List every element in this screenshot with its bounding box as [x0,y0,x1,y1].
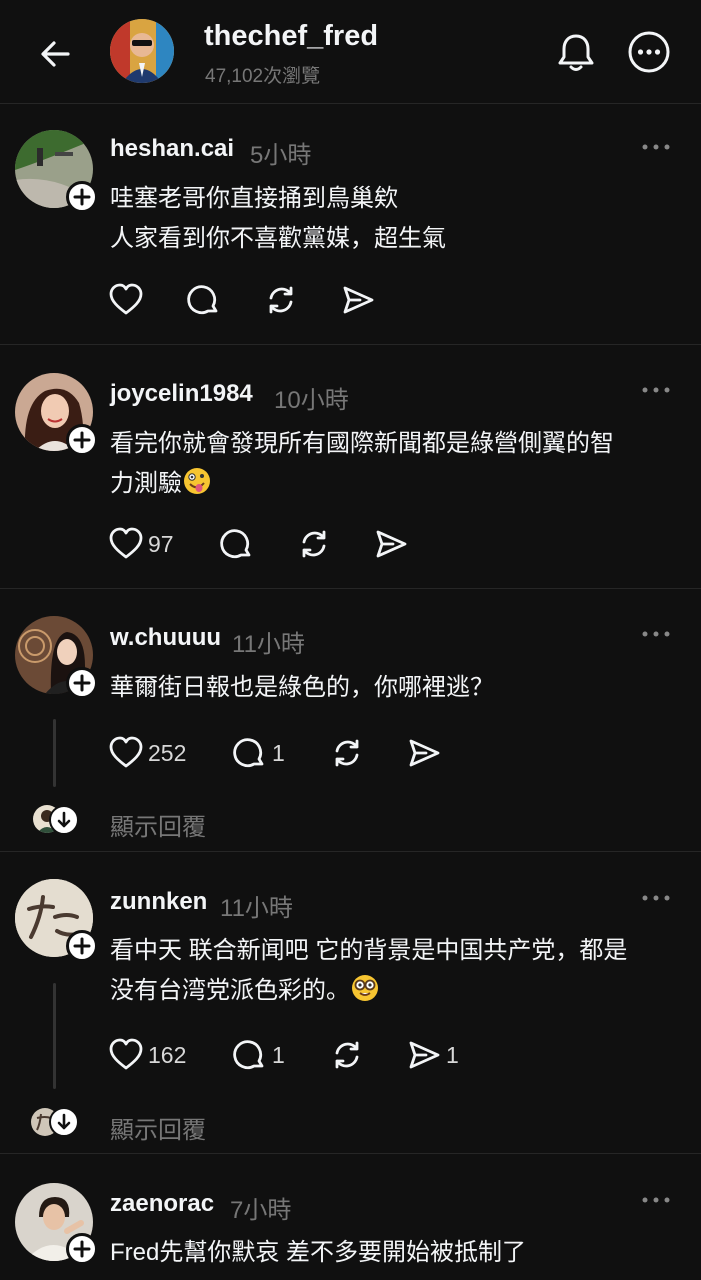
reply-username[interactable]: joycelin1984 [110,380,253,408]
repost-icon [302,530,326,558]
comment-icon [233,738,264,768]
expand-replies-icon[interactable] [49,1107,79,1137]
follow-plus-icon[interactable] [66,930,98,962]
comment-icon [233,1040,264,1070]
share-button[interactable] [406,735,442,771]
reply-username[interactable]: zunnken [110,888,207,916]
follow-plus-icon[interactable] [66,181,98,213]
send-icon [343,286,374,314]
send-icon [409,1041,440,1069]
heart-icon [109,283,143,315]
like-button[interactable]: 252 [108,735,186,771]
post-menu-icon[interactable] [641,1195,671,1205]
reply-text: 哇塞老哥你直接捅到鳥巢欸 人家看到你不喜歡黨媒，超生氣 [110,185,446,252]
repost-icon [269,286,293,314]
follow-plus-icon[interactable] [66,424,98,456]
repost-button[interactable] [329,735,365,771]
profile-avatar[interactable] [110,19,174,83]
reply-text: 看中天 联合新闻吧 它的背景是中国共产党，都是 没有台湾党派色彩的。 [110,937,628,1004]
send-icon [376,530,407,558]
more-options-icon[interactable] [627,30,671,74]
reply-post: joycelin1984 10小時 看完你就會發現所有國際新聞都是綠營側翼的智 … [0,345,701,589]
bell-icon[interactable] [554,30,598,74]
show-replies-link[interactable]: 顯示回覆 [110,1110,206,1145]
header-username[interactable]: thechef_fred [204,20,378,53]
like-count: 97 [148,530,174,557]
like-button[interactable]: 162 [108,1037,186,1073]
action-bar: 97 [108,526,428,562]
action-bar: 252 1 [108,735,448,771]
share-count: 1 [446,1041,459,1068]
show-replies-link[interactable]: 顯示回覆 [110,807,206,842]
share-button[interactable]: 1 [406,1037,459,1073]
reply-text: Fred先幫你默哀 差不多要開始被抵制了 [110,1239,527,1266]
comment-button[interactable]: 1 [232,1037,285,1073]
post-menu-icon[interactable] [641,893,671,903]
reply-time: 5小時 [250,142,312,169]
share-button[interactable] [340,282,376,318]
expand-replies-icon[interactable] [49,805,79,835]
repost-button[interactable] [296,526,332,562]
heart-icon [109,736,143,768]
reply-username[interactable]: w.chuuuu [110,624,221,652]
comment-button[interactable] [219,526,255,562]
comment-button[interactable]: 1 [232,735,285,771]
action-bar [108,282,388,318]
post-menu-icon[interactable] [641,142,671,152]
thread-header: thechef_fred 47,102次瀏覽 [0,0,701,104]
heart-icon [109,527,143,559]
thread-line [53,983,56,1089]
repost-button[interactable] [329,1037,365,1073]
back-arrow-icon[interactable] [36,34,76,74]
repost-icon [335,739,359,767]
reply-username[interactable]: zaenorac [110,1190,214,1218]
repost-button[interactable] [263,282,299,318]
repost-icon [335,1041,359,1069]
follow-plus-icon[interactable] [66,667,98,699]
reply-username[interactable]: heshan.cai [110,135,234,163]
reply-time: 7小時 [230,1197,292,1224]
comment-icon [220,529,251,559]
send-icon [409,739,440,767]
like-button[interactable]: 97 [108,526,174,562]
post-menu-icon[interactable] [641,385,671,395]
like-count: 252 [148,739,187,766]
reply-count: 1 [272,739,285,766]
follow-plus-icon[interactable] [66,1233,98,1265]
view-count: 47,102次瀏覽 [205,66,321,87]
comment-icon [187,285,218,315]
action-bar: 162 1 1 [108,1037,468,1073]
reply-text: 華爾街日報也是綠色的，你哪裡逃？ [110,674,494,701]
reply-time: 11小時 [232,631,305,658]
reply-count: 1 [272,1041,285,1068]
reply-post: w.chuuuu 11小時 華爾街日報也是綠色的，你哪裡逃？ 252 1 顯示回… [0,589,701,852]
reply-post: zaenorac 7小時 Fred先幫你默哀 差不多要開始被抵制了 [0,1154,701,1280]
zany-face-emoji-icon [184,468,210,494]
reply-time: 11小時 [220,895,293,922]
reply-text: 看完你就會發現所有國際新聞都是綠營側翼的智 力測驗 [110,430,614,497]
reply-post: heshan.cai 5小時 哇塞老哥你直接捅到鳥巢欸 人家看到你不喜歡黨媒，超… [0,104,701,345]
heart-icon [109,1038,143,1070]
comment-button[interactable] [186,282,222,318]
like-count: 162 [148,1041,187,1068]
nerd-face-emoji-icon [352,975,378,1001]
thread-line [53,719,56,787]
reply-post: zunnken 11小時 看中天 联合新闻吧 它的背景是中国共产党，都是 没有台… [0,852,701,1154]
share-button[interactable] [373,526,409,562]
like-button[interactable] [108,282,144,318]
reply-time: 10小時 [274,387,349,414]
post-menu-icon[interactable] [641,629,671,639]
